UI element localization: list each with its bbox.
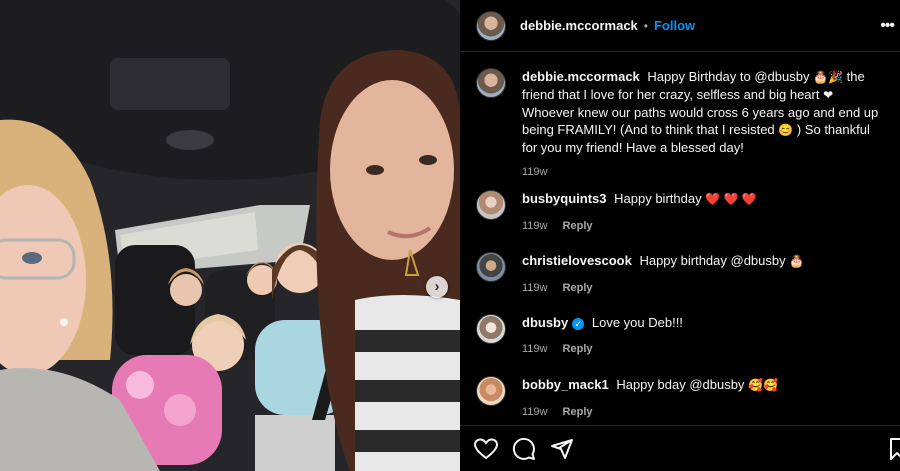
comment-username[interactable]: busbyquints3 (522, 191, 607, 206)
follow-button[interactable]: Follow (654, 18, 695, 33)
comment-item: busbyquints3 Happy birthday ❤️ ❤️ ❤️ 119… (476, 190, 884, 252)
caption-username[interactable]: debbie.mccormack (522, 69, 640, 84)
caption-meta: 119w (522, 164, 884, 181)
comment-text: Happy bday @dbusby (616, 377, 745, 392)
selfie-image (0, 0, 460, 471)
cake-party-emoji: 🎂🎉 (813, 70, 843, 84)
reply-button[interactable]: Reply (563, 220, 593, 232)
comment-username[interactable]: bobby_mack1 (522, 377, 609, 392)
cake-emoji: 🎂 (789, 254, 805, 268)
comment-meta: 119w Reply (522, 218, 884, 235)
heart-icon[interactable] (474, 437, 512, 461)
comment-avatar[interactable] (476, 190, 506, 220)
post-side-panel: debbie.mccormack • Follow ••• debbie.mcc… (460, 0, 900, 471)
comment-body: dbusby ✓ Love you Deb!!! 119w Reply (522, 314, 884, 376)
comment-text: Happy birthday (614, 191, 702, 206)
comment-timestamp[interactable]: 119w (522, 220, 547, 232)
post-photo: › (0, 0, 460, 471)
more-options-icon[interactable]: ••• (880, 17, 895, 35)
verified-badge-icon: ✓ (572, 318, 585, 330)
comment-meta: 119w Reply (522, 404, 884, 421)
share-icon[interactable] (550, 437, 588, 461)
caption-body: debbie.mccormack Happy Birthday to @dbus… (522, 68, 884, 190)
separator-dot: • (643, 18, 648, 33)
comment-avatar[interactable] (476, 314, 506, 344)
caption-text-part-1: Happy Birthday to @dbusby (647, 69, 810, 84)
comment-icon[interactable] (512, 437, 550, 461)
comment-text: Happy birthday @dbusby (639, 253, 786, 268)
caption-text: debbie.mccormack Happy Birthday to @dbus… (522, 68, 884, 156)
caption-avatar[interactable] (476, 68, 506, 98)
post-header: debbie.mccormack • Follow ••• (460, 0, 900, 52)
author-avatar[interactable] (476, 10, 506, 41)
comment-body: christielovescook Happy birthday @dbusby… (522, 252, 884, 314)
comment-timestamp[interactable]: 119w (522, 343, 547, 355)
reply-button[interactable]: Reply (563, 282, 593, 294)
comment-username[interactable]: christielovescook (522, 253, 632, 268)
comment-username[interactable]: dbusby (522, 315, 568, 330)
comment-meta: 119w Reply (522, 280, 884, 297)
reply-button[interactable]: Reply (563, 406, 593, 418)
reply-button[interactable]: Reply (563, 343, 593, 355)
hearts-emoji: ❤️ ❤️ ❤️ (705, 192, 757, 206)
comment-item: dbusby ✓ Love you Deb!!! 119w Reply (476, 314, 884, 376)
comment-avatar[interactable] (476, 376, 506, 406)
caption: debbie.mccormack Happy Birthday to @dbus… (476, 68, 884, 190)
heart-emoji: ❤ (823, 88, 834, 102)
author-username[interactable]: debbie.mccormack (520, 18, 638, 33)
comment-timestamp[interactable]: 119w (522, 406, 547, 418)
comment-timestamp[interactable]: 119w (522, 282, 547, 294)
carousel-next-button[interactable]: › (426, 276, 448, 298)
comment-item: christielovescook Happy birthday @dbusby… (476, 252, 884, 314)
bookmark-icon[interactable] (890, 438, 900, 465)
comment-body: busbyquints3 Happy birthday ❤️ ❤️ ❤️ 119… (522, 190, 884, 252)
love-emoji: 🥰🥰 (748, 378, 778, 392)
comments-list: debbie.mccormack Happy Birthday to @dbus… (460, 52, 900, 438)
post-action-bar (460, 425, 900, 471)
comment-text: Love you Deb!!! (591, 315, 683, 330)
comment-meta: 119w Reply (522, 341, 884, 358)
caption-timestamp[interactable]: 119w (522, 166, 547, 178)
smile-emoji: 😊 (778, 123, 794, 137)
comment-avatar[interactable] (476, 252, 506, 282)
